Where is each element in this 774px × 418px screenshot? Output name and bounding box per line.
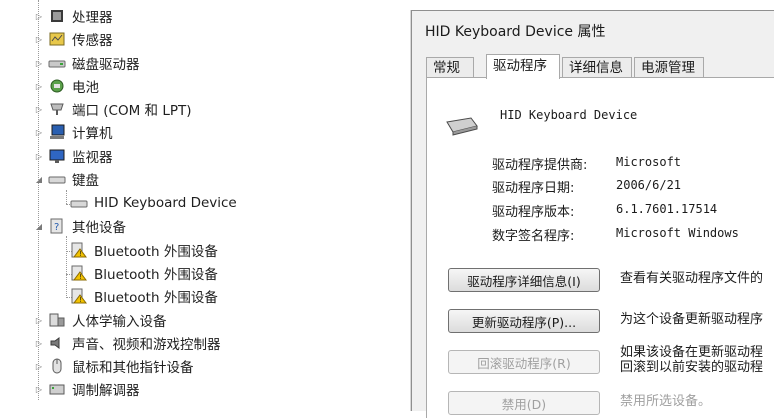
tree-item-label: 人体学输入设备 xyxy=(72,314,167,330)
expand-arrow-icon[interactable]: ▷ xyxy=(34,81,44,91)
battery-icon xyxy=(48,78,66,94)
device-name: HID Keyboard Device xyxy=(500,108,638,122)
port-icon xyxy=(48,101,66,117)
tree-connector-line xyxy=(66,190,67,204)
keyboard-device-icon xyxy=(445,114,479,140)
tree-item-ports[interactable]: ▷ 端口 (COM 和 LPT) xyxy=(34,98,192,120)
svg-text:!: ! xyxy=(79,296,82,304)
digital-signer-label: 数字签名程序: xyxy=(492,229,575,244)
tree-item-battery[interactable]: ▷ 电池 xyxy=(34,75,99,97)
warning-device-icon: ! xyxy=(70,242,88,258)
expand-arrow-icon[interactable]: ▷ xyxy=(34,127,44,137)
update-driver-button[interactable]: 更新驱动程序(P)... xyxy=(448,309,600,333)
driver-date-value: 2006/6/21 xyxy=(616,178,682,192)
properties-dialog: HID Keyboard Device 属性 常规 驱动程序 详细信息 电源管理… xyxy=(411,10,774,418)
sound-icon xyxy=(48,335,66,351)
mouse-icon xyxy=(48,358,66,374)
disable-device-button[interactable]: 禁用(D) xyxy=(448,391,600,415)
tree-item-label: 计算机 xyxy=(72,126,113,142)
tree-item-label: 声音、视频和游戏控制器 xyxy=(72,337,221,353)
tree-item-hid-keyboard-device[interactable]: HID Keyboard Device xyxy=(70,192,237,214)
tree-item-label: HID Keyboard Device xyxy=(94,195,237,211)
warning-device-icon: ! xyxy=(70,288,88,304)
expand-arrow-icon[interactable]: ▷ xyxy=(34,58,44,68)
rollback-driver-description-line1: 如果该设备在更新驱动程 xyxy=(620,345,764,360)
tree-item-sensor[interactable]: ▷ 传感器 xyxy=(34,28,113,50)
tree-item-bluetooth-3[interactable]: ! Bluetooth 外围设备 xyxy=(70,285,218,307)
collapse-arrow-icon[interactable]: ◢ xyxy=(34,221,44,231)
driver-details-description: 查看有关驱动程序文件的 xyxy=(620,271,764,286)
expand-arrow-icon[interactable]: ▷ xyxy=(34,34,44,44)
tree-item-sound[interactable]: ▷ 声音、视频和游戏控制器 xyxy=(34,332,221,354)
computer-icon xyxy=(48,124,66,140)
processor-icon xyxy=(48,8,66,24)
expand-arrow-icon[interactable]: ▷ xyxy=(34,315,44,325)
tree-item-label: 电池 xyxy=(72,80,99,96)
tab-details[interactable]: 详细信息 xyxy=(562,57,632,78)
tree-item-modem[interactable]: ▷ 调制解调器 xyxy=(34,378,140,400)
tree-item-label: Bluetooth 外围设备 xyxy=(94,290,218,306)
expand-arrow-icon[interactable]: ▷ xyxy=(34,361,44,371)
driver-version-value: 6.1.7601.17514 xyxy=(616,202,718,216)
expand-arrow-icon[interactable]: ▷ xyxy=(34,151,44,161)
tree-item-keyboards[interactable]: ◢ 键盘 xyxy=(34,168,99,190)
driver-date-label: 驱动程序日期: xyxy=(492,181,575,196)
rollback-driver-description-line2: 回滚到以前安装的驱动程 xyxy=(620,360,764,375)
tab-general[interactable]: 常规 xyxy=(426,57,474,78)
collapse-arrow-icon[interactable]: ◢ xyxy=(34,174,44,184)
svg-text:!: ! xyxy=(79,250,82,258)
tree-item-hid[interactable]: ▷ 人体学输入设备 xyxy=(34,309,167,331)
tree-item-processor[interactable]: ▷ 处理器 xyxy=(34,5,113,27)
expand-arrow-icon[interactable]: ▷ xyxy=(34,104,44,114)
warning-device-icon: ! xyxy=(70,265,88,281)
other-devices-icon: ? xyxy=(48,218,66,234)
expand-arrow-icon[interactable]: ▷ xyxy=(34,384,44,394)
driver-version-label: 驱动程序版本: xyxy=(492,205,575,220)
tree-item-label: 键盘 xyxy=(72,173,99,189)
tree-item-disk-drives[interactable]: ▷ 磁盘驱动器 xyxy=(34,52,140,74)
driver-provider-label: 驱动程序提供商: xyxy=(492,158,588,173)
svg-text:!: ! xyxy=(79,273,82,281)
tree-item-computer[interactable]: ▷ 计算机 xyxy=(34,121,113,143)
rollback-driver-button[interactable]: 回滚驱动程序(R) xyxy=(448,350,600,374)
expand-arrow-icon[interactable]: ▷ xyxy=(34,11,44,21)
disable-device-description: 禁用所选设备。 xyxy=(620,394,712,409)
hid-icon xyxy=(48,312,66,328)
tree-connector-line xyxy=(66,236,67,298)
svg-text:?: ? xyxy=(54,222,59,233)
tab-power-management[interactable]: 电源管理 xyxy=(634,57,704,78)
tree-item-label: 鼠标和其他指针设备 xyxy=(72,360,194,376)
tree-item-label: 传感器 xyxy=(72,33,113,49)
tree-item-label: 调制解调器 xyxy=(72,383,140,399)
driver-details-button[interactable]: 驱动程序详细信息(I) xyxy=(448,268,600,292)
tree-item-label: 处理器 xyxy=(72,10,113,26)
tree-item-bluetooth-2[interactable]: ! Bluetooth 外围设备 xyxy=(70,262,218,284)
tree-item-other-devices[interactable]: ◢ ? 其他设备 xyxy=(34,215,126,237)
sensor-icon xyxy=(48,31,66,47)
tree-item-label: Bluetooth 外围设备 xyxy=(94,244,218,260)
tree-item-label: Bluetooth 外围设备 xyxy=(94,267,218,283)
tree-item-mouse[interactable]: ▷ 鼠标和其他指针设备 xyxy=(34,355,194,377)
update-driver-description: 为这个设备更新驱动程序 xyxy=(620,312,764,327)
device-tree: ▷ 处理器 ▷ 传感器 ▷ 磁盘驱动器 ▷ 电池 ▷ 端口 (COM 和 LPT… xyxy=(0,0,410,400)
driver-tab-panel: HID Keyboard Device 驱动程序提供商: Microsoft 驱… xyxy=(426,77,774,418)
modem-icon xyxy=(48,381,66,397)
driver-provider-value: Microsoft xyxy=(616,155,682,169)
tree-item-label: 端口 (COM 和 LPT) xyxy=(72,103,192,119)
keyboard-device-icon xyxy=(70,195,88,211)
tree-item-label: 监视器 xyxy=(72,150,113,166)
tree-item-label: 其他设备 xyxy=(72,220,126,236)
tab-driver[interactable]: 驱动程序 xyxy=(486,54,560,79)
monitor-icon xyxy=(48,148,66,164)
digital-signer-value: Microsoft Windows xyxy=(616,226,739,240)
dialog-title: HID Keyboard Device 属性 xyxy=(425,24,606,40)
expand-arrow-icon[interactable]: ▷ xyxy=(34,338,44,348)
disk-drive-icon xyxy=(48,55,66,71)
keyboard-icon xyxy=(48,171,66,187)
tree-item-label: 磁盘驱动器 xyxy=(72,57,140,73)
tree-item-monitors[interactable]: ▷ 监视器 xyxy=(34,145,113,167)
tree-item-bluetooth-1[interactable]: ! Bluetooth 外围设备 xyxy=(70,239,218,261)
